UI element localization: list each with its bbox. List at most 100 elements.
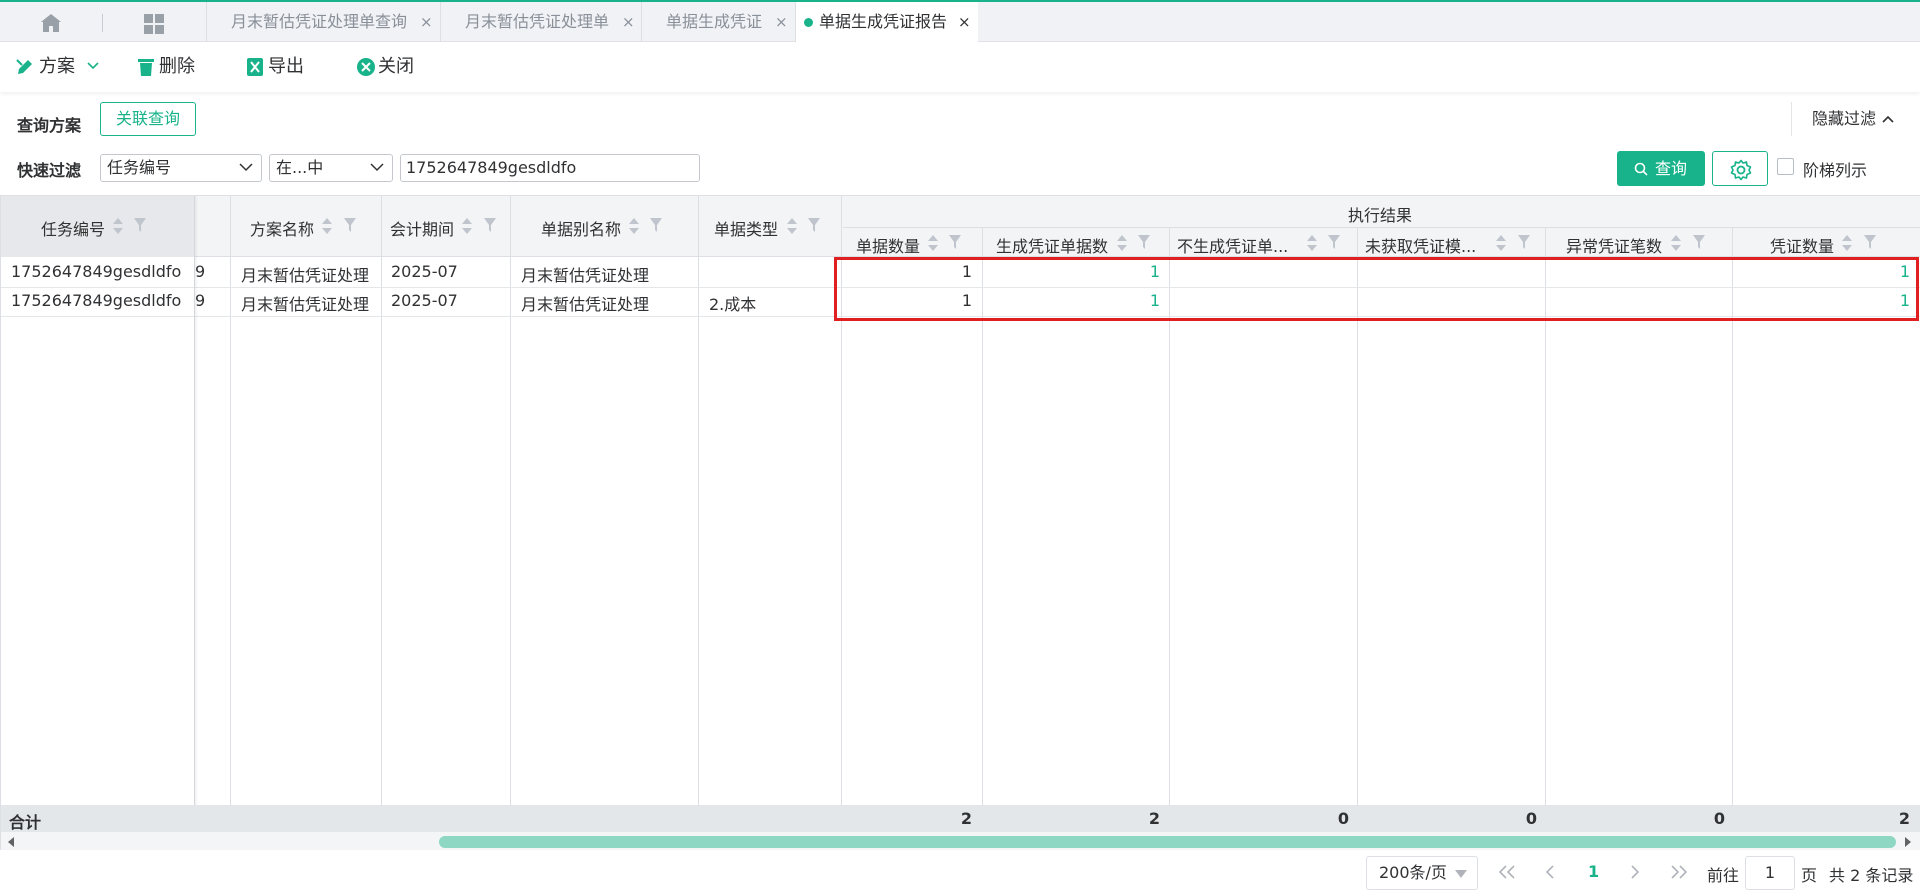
hide-filter-button[interactable]: 隐藏过滤 [1791,102,1903,136]
filter-icon[interactable] [1863,234,1877,250]
column-header-bill-count[interactable]: 单据数量 [856,233,920,257]
ladder-checkbox[interactable] [1777,158,1794,175]
column-header-no-template[interactable]: 未获取凭证模... [1365,233,1476,257]
filter-icon[interactable] [343,217,357,233]
summary-abnormal: 0 [1713,809,1725,828]
filter-value-input[interactable]: 1752647849gesdldfo [400,154,700,182]
sort-icon[interactable] [460,216,474,236]
prev-page-icon[interactable] [1545,864,1555,880]
sort-icon[interactable] [111,216,125,236]
last-page-icon[interactable] [1670,864,1688,880]
edit-scheme-icon [16,59,32,74]
toolbar: 方案 删除 导出 关闭 [0,42,1920,92]
close-icon[interactable]: × [775,2,788,42]
search-icon [1634,162,1648,176]
sort-icon[interactable] [627,216,641,236]
column-header-period[interactable]: 会计期间 [390,216,454,240]
close-label: 关闭 [378,56,414,77]
sort-icon[interactable] [926,233,940,253]
sort-icon[interactable] [1840,233,1854,253]
filter-operator-value: 在...中 [276,158,324,177]
trash-icon [138,59,154,76]
tab-voucher-query[interactable]: 月末暂估凭证处理单查询 × [206,2,440,42]
filter-icon[interactable] [483,217,497,233]
settings-button[interactable] [1712,151,1768,186]
sort-icon[interactable] [320,216,334,236]
cell-period: 2025-07 [391,262,458,281]
tab-voucher-form[interactable]: 月末暂估凭证处理单 × [440,2,641,42]
close-circle-icon [357,58,375,76]
next-page-icon[interactable] [1630,864,1640,880]
filter-operator-select[interactable]: 在...中 [269,154,393,182]
scrollbar-thumb[interactable] [439,836,1896,848]
excel-icon [247,58,263,76]
filter-icon[interactable] [1692,234,1706,250]
hide-filter-label: 隐藏过滤 [1812,109,1877,128]
export-button[interactable]: 导出 [246,55,306,79]
tab-label: 月末暂估凭证处理单 [465,12,610,31]
sort-icon[interactable] [1305,233,1319,253]
caret-down-icon [1455,870,1467,878]
active-dot-icon [804,18,813,27]
column-header-gen-count[interactable]: 生成凭证单据数 [996,233,1108,257]
chevron-down-icon [370,163,384,172]
column-divider [230,196,231,835]
filter-icon[interactable] [1137,234,1151,250]
filter-field-select[interactable]: 任务编号 [100,154,262,182]
chevron-down-icon [239,163,253,172]
scroll-right-icon[interactable] [1904,836,1912,848]
chevron-up-icon [1882,115,1894,123]
tab-generate-voucher[interactable]: 单据生成凭证 × [641,2,795,42]
filter-icon[interactable] [1327,234,1341,250]
sort-icon[interactable] [1494,233,1508,253]
filter-icon[interactable] [807,217,821,233]
query-button[interactable]: 查询 [1617,151,1705,186]
filter-icon[interactable] [948,234,962,250]
filter-icon[interactable] [649,217,663,233]
close-page-button[interactable]: 关闭 [356,55,416,79]
summary-bill-count: 2 [960,809,972,828]
filter-field-value: 任务编号 [107,158,172,177]
scheme-button[interactable]: 方案 [15,55,103,79]
column-header-voucher-count[interactable]: 凭证数量 [1770,233,1834,257]
scroll-left-icon[interactable] [7,836,15,848]
delete-button[interactable]: 删除 [137,55,197,79]
summary-voucher-count: 2 [1898,809,1910,828]
page-size-select[interactable]: 200条/页 [1366,856,1478,890]
summary-no-template: 0 [1525,809,1537,828]
tab-label: 月末暂估凭证处理单查询 [231,12,408,31]
cell-bill-alias: 月末暂估凭证处理 [521,266,650,285]
related-query-button[interactable]: 关联查询 [100,102,196,136]
first-page-icon[interactable] [1498,864,1516,880]
column-header-scheme-name[interactable]: 方案名称 [250,216,314,240]
sort-icon[interactable] [1669,233,1683,253]
column-header-bill-type[interactable]: 单据类型 [714,216,778,240]
cell-bill-alias: 月末暂估凭证处理 [521,295,650,314]
close-icon[interactable]: × [622,2,635,42]
column-header-task-no[interactable]: 任务编号 [41,216,105,240]
cell-scheme-name: 月末暂估凭证处理 [241,295,370,314]
filter-icon[interactable] [1517,234,1531,250]
close-icon[interactable]: × [420,2,433,42]
highlight-box [834,257,1919,321]
sort-icon[interactable] [1115,233,1129,253]
apps-grid-icon[interactable] [143,13,165,35]
filter-icon[interactable] [133,217,147,233]
column-header-bill-alias[interactable]: 单据别名称 [541,216,621,240]
column-header-not-gen[interactable]: 不生成凭证单... [1177,233,1288,257]
column-header-abnormal[interactable]: 异常凭证笔数 [1566,233,1662,257]
close-icon[interactable]: × [958,2,971,42]
home-icon[interactable] [38,12,64,34]
current-page[interactable]: 1 [1588,862,1599,881]
horizontal-scrollbar[interactable] [1,832,1920,850]
sort-icon[interactable] [785,216,799,236]
ladder-checkbox-label: 阶梯列示 [1803,161,1868,180]
tab-voucher-report[interactable]: 单据生成凭证报告 × [795,2,978,42]
goto-page-input[interactable]: 1 [1745,856,1795,890]
tab-label: 单据生成凭证 [666,12,763,31]
goto-label: 前往 [1707,866,1740,885]
tab-bar: 月末暂估凭证处理单查询 × 月末暂估凭证处理单 × 单据生成凭证 × 单据生成凭… [0,0,1920,42]
column-divider [698,196,699,835]
column-divider [381,196,382,835]
scheme-label: 方案 [39,56,75,77]
